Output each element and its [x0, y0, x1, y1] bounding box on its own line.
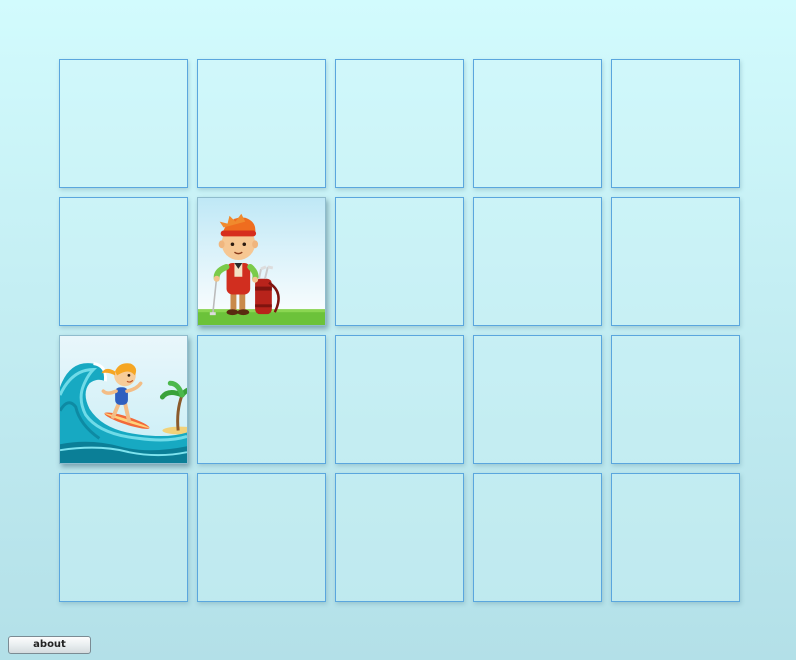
card-hidden[interactable]	[473, 473, 602, 602]
card-hidden[interactable]	[197, 59, 326, 188]
card-surfer-girl[interactable]	[59, 335, 188, 464]
surfer-girl-picture	[60, 336, 187, 463]
card-hidden[interactable]	[59, 197, 188, 326]
card-hidden[interactable]	[611, 473, 740, 602]
card-hidden[interactable]	[59, 473, 188, 602]
card-hidden[interactable]	[335, 473, 464, 602]
card-hidden[interactable]	[611, 197, 740, 326]
card-hidden[interactable]	[335, 59, 464, 188]
card-hidden[interactable]	[197, 473, 326, 602]
card-hidden[interactable]	[611, 335, 740, 464]
card-hidden[interactable]	[197, 335, 326, 464]
card-hidden[interactable]	[473, 335, 602, 464]
card-hidden[interactable]	[473, 197, 602, 326]
card-hidden[interactable]	[335, 197, 464, 326]
about-button[interactable]: about	[8, 636, 91, 654]
memory-card-board	[59, 59, 740, 602]
card-golfer-boy[interactable]	[197, 197, 326, 326]
card-hidden[interactable]	[611, 59, 740, 188]
card-hidden[interactable]	[335, 335, 464, 464]
golfer-boy-picture	[198, 198, 325, 325]
card-hidden[interactable]	[59, 59, 188, 188]
card-hidden[interactable]	[473, 59, 602, 188]
